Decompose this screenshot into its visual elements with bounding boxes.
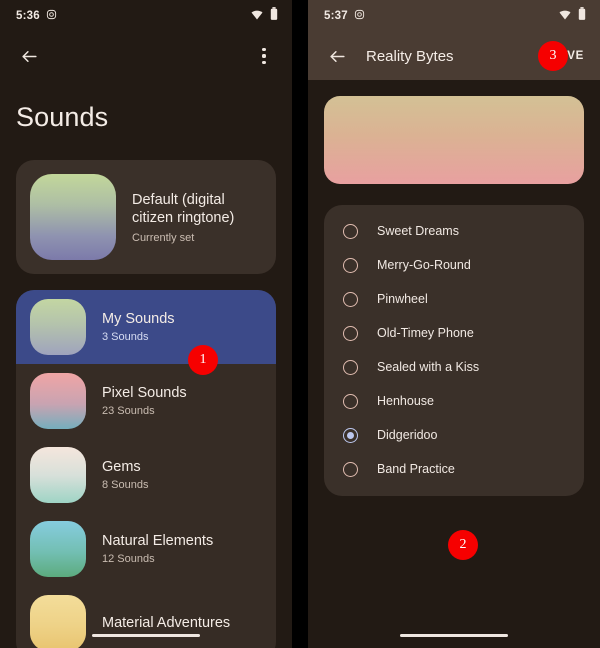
sound-radio-list: Sweet Dreams Merry-Go-Round Pinwheel Old… (324, 205, 584, 496)
gesture-bar (92, 633, 200, 637)
radio-button-icon[interactable] (343, 223, 358, 239)
gesture-bar (400, 633, 508, 637)
shield-icon (354, 7, 365, 25)
back-arrow-icon[interactable] (14, 41, 44, 71)
battery-icon (270, 7, 278, 25)
default-sound-thumbnail (30, 174, 116, 260)
app-bar-left (0, 32, 292, 80)
sound-pack-row-natural-elements[interactable]: Natural Elements 12 Sounds (16, 512, 276, 586)
sound-pack-title: Gems (102, 459, 141, 475)
status-bar-right-group (559, 7, 586, 25)
sound-pack-row-gems[interactable]: Gems 8 Sounds (16, 438, 276, 512)
sound-pack-title: Material Adventures (102, 615, 231, 631)
radio-button-icon[interactable] (343, 325, 358, 341)
app-bar-title: Reality Bytes (366, 47, 454, 65)
sound-pack-text: My Sounds 3 Sounds (102, 311, 175, 343)
sound-option-label: Merry-Go-Round (377, 258, 471, 272)
sound-pack-text: Pixel Sounds 23 Sounds (102, 385, 187, 417)
sound-pack-count: 12 Sounds (102, 553, 155, 565)
sound-pack-thumbnail (30, 447, 86, 503)
sound-pack-text: Material Adventures (102, 615, 230, 631)
sound-pack-title: My Sounds (102, 311, 175, 327)
status-bar-left-group: 5:37 (324, 7, 365, 25)
sound-pack-text: Gems 8 Sounds (102, 459, 148, 491)
pack-hero-image (324, 96, 584, 184)
sound-pack-title: Natural Elements (102, 533, 214, 549)
sound-option-label: Sealed with a Kiss (377, 360, 480, 374)
sound-option-pinwheel[interactable]: Pinwheel (324, 282, 584, 316)
sound-pack-thumbnail (30, 373, 86, 429)
sound-pack-text: Natural Elements 12 Sounds (102, 533, 213, 565)
wifi-icon (251, 7, 263, 25)
status-time: 5:36 (16, 10, 40, 22)
page-title: Sounds (16, 102, 109, 132)
annotation-badge-2: 2 (448, 530, 478, 560)
sound-option-didgeridoo[interactable]: Didgeridoo (324, 418, 584, 452)
sound-option-henhouse[interactable]: Henhouse (324, 384, 584, 418)
wifi-icon (559, 7, 571, 25)
left-phone-screen: 5:36 Sounds Default (digital citizen rin… (0, 0, 292, 648)
sound-option-band-practice[interactable]: Band Practice (324, 452, 584, 486)
sound-pack-thumbnail (30, 521, 86, 577)
radio-button-icon[interactable] (343, 393, 358, 409)
back-arrow-icon[interactable] (322, 41, 352, 71)
default-sound-card[interactable]: Default (digital citizen ringtone) Curre… (16, 160, 276, 274)
sound-option-label: Didgeridoo (377, 428, 438, 442)
right-phone-screen: 5:37 Reality Bytes Sweet Dreams Merry-Go… (308, 0, 600, 648)
sound-pack-count: 8 Sounds (102, 479, 149, 491)
panel-divider (292, 0, 308, 648)
sound-option-label: Henhouse (377, 394, 434, 408)
sound-pack-row-my-sounds[interactable]: My Sounds 3 Sounds (16, 290, 276, 364)
radio-button-selected-icon[interactable] (343, 427, 358, 443)
dual-screenshot-container: 5:36 Sounds Default (digital citizen rin… (0, 0, 600, 648)
radio-button-icon[interactable] (343, 461, 358, 477)
sound-option-label: Band Practice (377, 462, 455, 476)
radio-button-icon[interactable] (343, 291, 358, 307)
default-sound-text: Default (digital citizen ringtone) Curre… (132, 191, 262, 244)
sound-pack-thumbnail (30, 299, 86, 355)
sound-option-merry-go-round[interactable]: Merry-Go-Round (324, 248, 584, 282)
sound-pack-count: 3 Sounds (102, 331, 149, 343)
sound-option-label: Pinwheel (377, 292, 428, 306)
default-sound-title: Default (digital citizen ringtone) (132, 191, 235, 226)
default-sound-subtitle: Currently set (132, 231, 195, 244)
sound-option-sealed-with-a-kiss[interactable]: Sealed with a Kiss (324, 350, 584, 384)
radio-button-icon[interactable] (343, 359, 358, 375)
status-bar-left: 5:36 (0, 0, 292, 32)
status-bar-right: 5:37 (308, 0, 600, 32)
annotation-badge-1: 1 (188, 345, 218, 375)
radio-button-icon[interactable] (343, 257, 358, 273)
sound-pack-row-material-adventures[interactable]: Material Adventures (16, 586, 276, 648)
sound-pack-count: 23 Sounds (102, 405, 155, 417)
sound-pack-row-pixel-sounds[interactable]: Pixel Sounds 23 Sounds (16, 364, 276, 438)
status-bar-right-group (251, 7, 278, 25)
sound-option-sweet-dreams[interactable]: Sweet Dreams (324, 214, 584, 248)
sound-option-label: Old-Timey Phone (377, 326, 474, 340)
sound-option-old-timey-phone[interactable]: Old-Timey Phone (324, 316, 584, 350)
annotation-badge-3: 3 (538, 41, 568, 71)
shield-icon (46, 7, 57, 25)
sound-pack-title: Pixel Sounds (102, 385, 187, 401)
battery-icon (578, 7, 586, 25)
sound-pack-list: My Sounds 3 Sounds Pixel Sounds 23 Sound… (16, 290, 276, 648)
status-bar-left-group: 5:36 (16, 7, 57, 25)
sound-option-label: Sweet Dreams (377, 224, 459, 238)
sound-pack-thumbnail (30, 595, 86, 648)
status-time: 5:37 (324, 10, 348, 22)
overflow-menu-icon[interactable] (252, 44, 276, 68)
